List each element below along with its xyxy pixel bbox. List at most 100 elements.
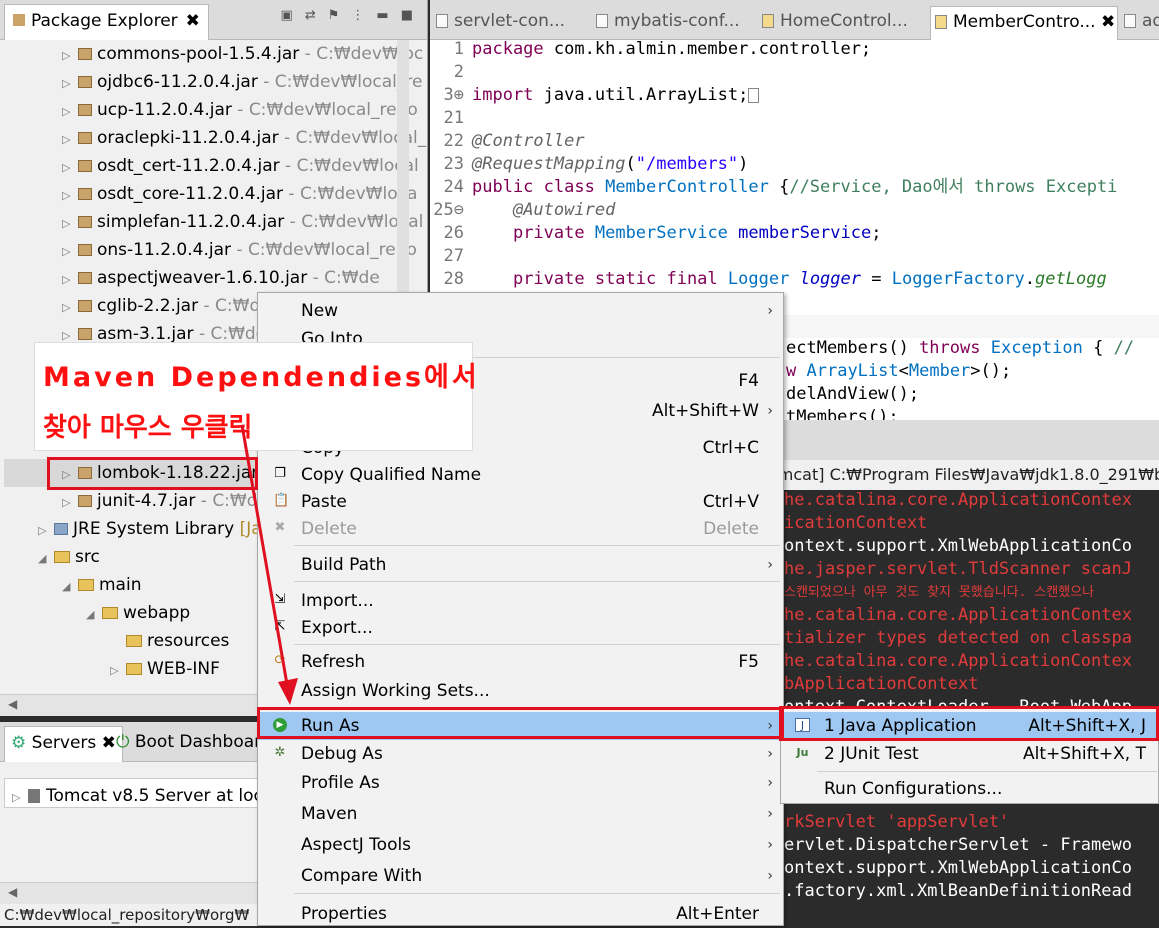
expand-arrow-icon[interactable]: ▷: [110, 657, 126, 685]
scroll-left-icon[interactable]: ◀: [8, 885, 17, 899]
xml-file-icon: [596, 14, 608, 28]
expand-arrow-icon[interactable]: ▷: [62, 70, 78, 98]
menu-item-assign-working-sets[interactable]: Assign Working Sets...: [258, 677, 783, 705]
console-tabbar: [760, 420, 1159, 460]
console-line: tializer types detected on classpa: [784, 628, 1132, 648]
tree-item[interactable]: ▷ ons-11.2.0.4.jar - C:₩dev₩local_repo: [62, 236, 417, 264]
submenu-item-junit-test[interactable]: Ju 2 JUnit Test Alt+Shift+X, T: [781, 740, 1158, 768]
menu-item-compare-with[interactable]: Compare With ›: [258, 862, 783, 890]
annotation-arrow: [240, 424, 298, 705]
expand-arrow-icon[interactable]: ▷: [62, 266, 78, 294]
tree-item-webinf[interactable]: ▷ WEB-INF: [110, 655, 220, 683]
jar-icon: [78, 300, 92, 312]
expand-arrow-icon[interactable]: ▷: [62, 154, 78, 182]
tab-boot-dashboard[interactable]: ⏻ Boot Dashboar: [116, 732, 261, 752]
menu-item-paste[interactable]: 📋 Paste Ctrl+V: [258, 488, 783, 516]
expand-arrow-icon[interactable]: ▷: [62, 182, 78, 210]
item-name: cglib-2.2.jar: [97, 296, 199, 316]
collapse-arrow-icon[interactable]: ◢: [62, 573, 78, 601]
submenu-item-run-configurations[interactable]: Run Configurations...: [781, 775, 1158, 803]
line-number: 27: [443, 246, 464, 266]
expand-arrow-icon[interactable]: ▷: [62, 126, 78, 154]
collapse-arrow-icon[interactable]: ◢: [38, 545, 54, 573]
expand-arrow-icon[interactable]: ▷: [38, 517, 54, 545]
tab-servers[interactable]: ⚙ Servers ✖: [4, 726, 123, 762]
tab-package-explorer[interactable]: Package Explorer ✖: [4, 4, 209, 40]
item-name: webapp: [123, 603, 191, 623]
console-line: ontext.support.XmlWebApplicationCo: [784, 858, 1132, 878]
scroll-left-icon[interactable]: ◀: [8, 697, 17, 711]
submenu-arrow-icon: ›: [767, 303, 773, 319]
expand-arrow-icon[interactable]: ▷: [62, 98, 78, 126]
menu-item-copy-qualified-name[interactable]: ❐ Copy Qualified Name: [258, 461, 783, 489]
menu-item-properties[interactable]: Properties Alt+Enter: [258, 900, 783, 928]
tab-servlet-context[interactable]: servlet-con...: [432, 6, 592, 40]
code-line: 26 private MemberService memberService;: [430, 222, 882, 245]
power-icon: ⏻: [116, 732, 130, 752]
tree-item-src[interactable]: ◢ src: [38, 543, 100, 571]
tree-item[interactable]: ▷ cglib-2.2.jar - C:₩de: [62, 292, 271, 320]
menu-item-delete[interactable]: ✖ Delete Delete: [258, 515, 783, 543]
menu-item-refresh[interactable]: ⟳ Refresh F5: [258, 648, 783, 676]
tree-item[interactable]: ▷ oraclepki-11.2.0.4.jar - C:₩dev₩local_: [62, 124, 426, 152]
menu-item-import[interactable]: ⇲ Import...: [258, 587, 783, 615]
tree-item[interactable]: ▷ simplefan-11.2.0.4.jar - C:₩dev₩local: [62, 208, 423, 236]
expand-arrow-icon[interactable]: ▷: [12, 784, 28, 812]
expand-arrow-icon[interactable]: ▷: [62, 489, 78, 517]
jar-icon: [78, 244, 92, 256]
tree-item-resources[interactable]: resources: [126, 627, 229, 655]
expand-arrow-icon[interactable]: ▷: [62, 238, 78, 266]
view-menu-icon[interactable]: ⋮: [351, 8, 364, 23]
console-line: he.catalina.core.ApplicationContex: [784, 605, 1132, 625]
console-line: he.catalina.core.ApplicationContex: [784, 651, 1132, 671]
tree-item[interactable]: ▷ aspectjweaver-1.6.10.jar - C:₩de: [62, 264, 380, 292]
tab-member-controller[interactable]: MemberContro... ✖: [930, 6, 1118, 40]
tree-item[interactable]: ▷ commons-pool-1.5.4.jar - C:₩dev₩loc: [62, 40, 423, 68]
item-name: ons-11.2.0.4.jar: [97, 240, 231, 260]
tree-item[interactable]: ▷ ojdbc6-11.2.0.4.jar - C:₩dev₩local_re: [62, 68, 422, 96]
tree-item[interactable]: ▷ ucp-11.2.0.4.jar - C:₩dev₩local_repo: [62, 96, 418, 124]
menu-item-debug-as[interactable]: ✲ Debug As ›: [258, 740, 783, 768]
item-name: osdt_core-11.2.0.4.jar: [97, 184, 283, 204]
menu-item-profile-as[interactable]: Profile As ›: [258, 769, 783, 797]
collapse-all-icon[interactable]: ▣: [281, 8, 293, 23]
menu-item-new[interactable]: New ›: [258, 297, 783, 325]
menu-item-maven[interactable]: Maven ›: [258, 800, 783, 828]
jar-icon: [78, 76, 92, 88]
server-row[interactable]: ▷ Tomcat v8.5 Server at loc: [12, 782, 263, 810]
collapse-arrow-icon[interactable]: ◢: [86, 601, 102, 629]
filter-icon[interactable]: ⚑: [328, 8, 340, 23]
tree-item-main[interactable]: ◢ main: [62, 571, 141, 599]
code-line: [730, 315, 1159, 338]
minimize-icon[interactable]: ▬: [376, 8, 388, 23]
expand-arrow-icon[interactable]: ▷: [62, 42, 78, 70]
menu-item-build-path[interactable]: Build Path ›: [258, 551, 783, 579]
menu-item-export[interactable]: ⇱ Export...: [258, 614, 783, 642]
maximize-icon[interactable]: ■: [401, 8, 413, 23]
link-editor-icon[interactable]: ⇄: [305, 8, 316, 23]
tab-more[interactable]: ad: [1120, 6, 1159, 40]
jar-icon: [78, 216, 92, 228]
close-icon[interactable]: ✖: [1101, 12, 1115, 32]
close-icon[interactable]: ✖: [102, 733, 116, 753]
tab-mybatis-config[interactable]: mybatis-conf...: [592, 6, 757, 40]
close-icon[interactable]: ✖: [186, 11, 200, 31]
expand-arrow-icon[interactable]: ▷: [62, 294, 78, 322]
item-name: JRE System Library: [73, 519, 235, 539]
submenu-arrow-icon: ›: [767, 868, 773, 884]
jar-icon: [78, 272, 92, 284]
tree-item[interactable]: ▷ osdt_cert-11.2.0.4.jar - C:₩dev₩local: [62, 152, 419, 180]
tree-item-jre[interactable]: ▷ JRE System Library [Ja: [38, 515, 262, 543]
tree-item-webapp[interactable]: ◢ webapp: [86, 599, 190, 627]
line-number: 2: [453, 62, 464, 82]
expand-arrow-icon[interactable]: ▷: [62, 210, 78, 238]
tab-home-controller[interactable]: HomeControl...: [758, 6, 930, 40]
line-number: 24: [443, 177, 464, 197]
line-number: 3⊕: [443, 85, 464, 105]
line-number: 23: [443, 154, 464, 174]
code-line: 25⊖ @Autowired: [430, 199, 615, 222]
highlight-box-run-as: [257, 707, 784, 739]
tree-item[interactable]: ▷ osdt_core-11.2.0.4.jar - C:₩dev₩loca: [62, 180, 417, 208]
code-line: 3⊕ import java.util.ArrayList;: [430, 84, 760, 107]
menu-item-aspectj-tools[interactable]: AspectJ Tools ›: [258, 831, 783, 859]
